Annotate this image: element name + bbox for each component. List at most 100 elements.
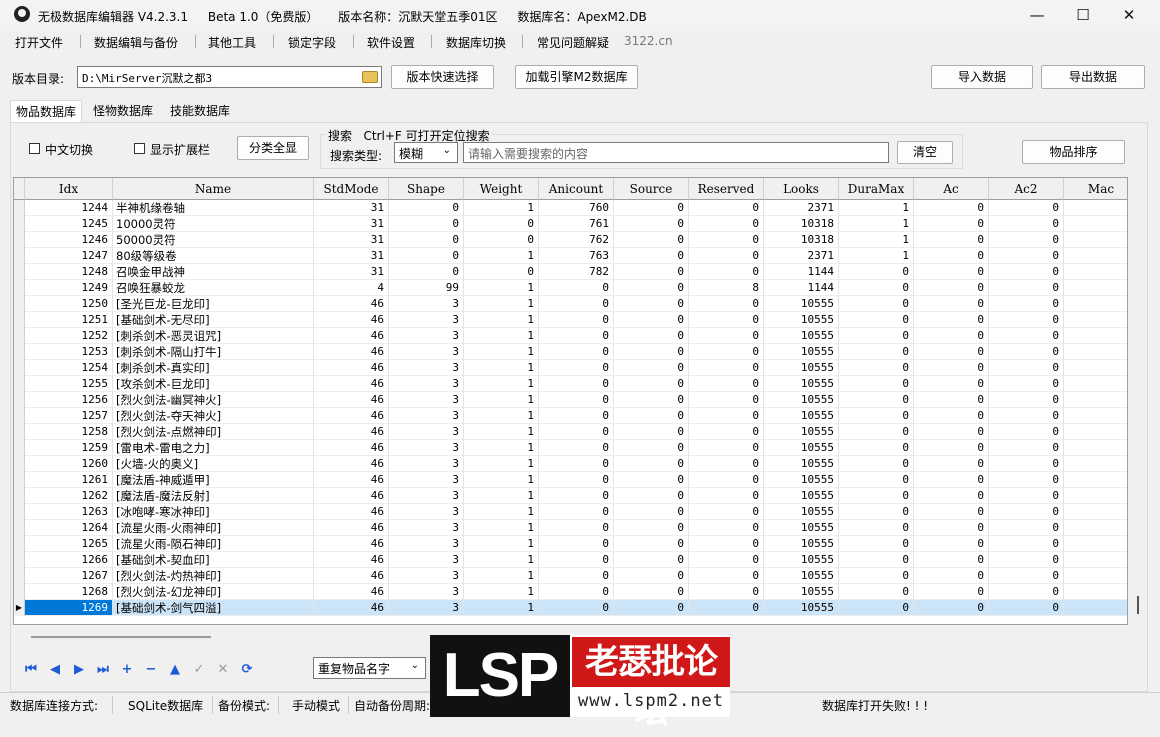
- cell-stdmode[interactable]: 46: [314, 344, 389, 360]
- cell-mac[interactable]: 0: [1064, 232, 1127, 248]
- row-indicator[interactable]: [14, 216, 25, 232]
- search-type-select[interactable]: 模糊 ⌄: [394, 142, 458, 163]
- cell-ac[interactable]: 0: [914, 472, 989, 488]
- last-icon[interactable]: ⏭: [94, 662, 112, 678]
- cell-looks[interactable]: 2371: [764, 200, 839, 216]
- cell-mac[interactable]: 0: [1064, 584, 1127, 600]
- cell-anicount[interactable]: 0: [539, 376, 614, 392]
- item-data-grid[interactable]: Idx Name StdMode Shape Weight Anicount Source R…: [13, 177, 1128, 625]
- cell-ac2[interactable]: 0: [989, 600, 1064, 616]
- chinese-switch-checkbox[interactable]: [29, 143, 40, 154]
- cell-looks[interactable]: 10555: [764, 296, 839, 312]
- cell-mac[interactable]: 0: [1064, 392, 1127, 408]
- cell-source[interactable]: 0: [614, 280, 689, 296]
- cell-stdmode[interactable]: 46: [314, 440, 389, 456]
- cell-stdmode[interactable]: 46: [314, 392, 389, 408]
- cell-looks[interactable]: 10318: [764, 232, 839, 248]
- cell-looks[interactable]: 10555: [764, 424, 839, 440]
- cell-weight[interactable]: 1: [464, 504, 539, 520]
- cell-looks[interactable]: 10555: [764, 520, 839, 536]
- cell-weight[interactable]: 1: [464, 584, 539, 600]
- cell-idx[interactable]: 1266: [25, 552, 113, 568]
- cell-duramax[interactable]: 0: [839, 360, 914, 376]
- row-indicator[interactable]: [14, 456, 25, 472]
- insert-icon[interactable]: +: [118, 662, 136, 678]
- cell-idx[interactable]: 1254: [25, 360, 113, 376]
- row-indicator[interactable]: [14, 488, 25, 504]
- cell-ac[interactable]: 0: [914, 568, 989, 584]
- cell-ac2[interactable]: 0: [989, 216, 1064, 232]
- table-row[interactable]: 1263[冰咆哮-寒冰神印]4631000105550000: [14, 504, 1127, 520]
- cell-source[interactable]: 0: [614, 376, 689, 392]
- cell-ac[interactable]: 0: [914, 488, 989, 504]
- cell-reserved[interactable]: 0: [689, 424, 764, 440]
- cell-weight[interactable]: 1: [464, 280, 539, 296]
- cell-reserved[interactable]: 0: [689, 328, 764, 344]
- cell-idx[interactable]: 1268: [25, 584, 113, 600]
- post-icon[interactable]: ✓: [190, 662, 208, 678]
- cell-looks[interactable]: 10555: [764, 488, 839, 504]
- cell-anicount[interactable]: 0: [539, 424, 614, 440]
- cell-weight[interactable]: 1: [464, 296, 539, 312]
- cell-anicount[interactable]: 0: [539, 296, 614, 312]
- cell-idx[interactable]: 1252: [25, 328, 113, 344]
- cell-ac[interactable]: 0: [914, 552, 989, 568]
- cell-idx[interactable]: 1253: [25, 344, 113, 360]
- cell-name[interactable]: 召唤金甲战神: [113, 264, 314, 280]
- cell-stdmode[interactable]: 31: [314, 264, 389, 280]
- cell-duramax[interactable]: 0: [839, 584, 914, 600]
- cell-source[interactable]: 0: [614, 312, 689, 328]
- cell-source[interactable]: 0: [614, 552, 689, 568]
- cell-anicount[interactable]: 0: [539, 568, 614, 584]
- cell-source[interactable]: 0: [614, 584, 689, 600]
- cell-stdmode[interactable]: 46: [314, 296, 389, 312]
- cell-ac[interactable]: 0: [914, 248, 989, 264]
- cell-stdmode[interactable]: 46: [314, 408, 389, 424]
- cell-ac[interactable]: 0: [914, 360, 989, 376]
- cell-ac[interactable]: 0: [914, 200, 989, 216]
- cell-shape[interactable]: 3: [389, 536, 464, 552]
- cell-looks[interactable]: 10318: [764, 216, 839, 232]
- cell-name[interactable]: [流星火雨-火雨神印]: [113, 520, 314, 536]
- cell-shape[interactable]: 3: [389, 408, 464, 424]
- cell-ac2[interactable]: 0: [989, 520, 1064, 536]
- column-header-ac[interactable]: Ac: [914, 178, 989, 200]
- tab-item-db[interactable]: 物品数据库: [10, 100, 83, 122]
- cell-name[interactable]: [圣光巨龙-巨龙印]: [113, 296, 314, 312]
- cell-name[interactable]: [魔法盾-神威遁甲]: [113, 472, 314, 488]
- cell-weight[interactable]: 1: [464, 200, 539, 216]
- cell-ac2[interactable]: 0: [989, 248, 1064, 264]
- cell-source[interactable]: 0: [614, 568, 689, 584]
- cell-anicount[interactable]: 760: [539, 200, 614, 216]
- row-indicator[interactable]: [14, 424, 25, 440]
- cell-duramax[interactable]: 0: [839, 408, 914, 424]
- cell-duramax[interactable]: 0: [839, 488, 914, 504]
- cell-shape[interactable]: 3: [389, 296, 464, 312]
- cell-name[interactable]: 召唤狂暴蛟龙: [113, 280, 314, 296]
- row-indicator[interactable]: [14, 200, 25, 216]
- table-row[interactable]: 1253[刺杀剑术-隔山打牛]4631000105550000: [14, 344, 1127, 360]
- cell-name[interactable]: 80级等级卷: [113, 248, 314, 264]
- cell-source[interactable]: 0: [614, 344, 689, 360]
- cell-mac[interactable]: 0: [1064, 264, 1127, 280]
- cell-stdmode[interactable]: 46: [314, 360, 389, 376]
- vertical-scroll-thumb[interactable]: [1137, 596, 1139, 614]
- cell-shape[interactable]: 0: [389, 248, 464, 264]
- cell-duramax[interactable]: 0: [839, 424, 914, 440]
- prior-icon[interactable]: ◀: [46, 662, 64, 678]
- row-indicator[interactable]: [14, 520, 25, 536]
- cell-idx[interactable]: 1263: [25, 504, 113, 520]
- row-indicator[interactable]: [14, 248, 25, 264]
- cell-mac[interactable]: 0: [1064, 408, 1127, 424]
- cell-anicount[interactable]: 0: [539, 280, 614, 296]
- cell-shape[interactable]: 3: [389, 376, 464, 392]
- cell-looks[interactable]: 10555: [764, 536, 839, 552]
- cell-duramax[interactable]: 0: [839, 344, 914, 360]
- cell-duramax[interactable]: 0: [839, 328, 914, 344]
- cell-reserved[interactable]: 0: [689, 376, 764, 392]
- cell-stdmode[interactable]: 46: [314, 552, 389, 568]
- cell-ac[interactable]: 0: [914, 280, 989, 296]
- table-row[interactable]: 1260[火墙-火的奥义]4631000105550000: [14, 456, 1127, 472]
- cell-idx[interactable]: 1250: [25, 296, 113, 312]
- cell-source[interactable]: 0: [614, 264, 689, 280]
